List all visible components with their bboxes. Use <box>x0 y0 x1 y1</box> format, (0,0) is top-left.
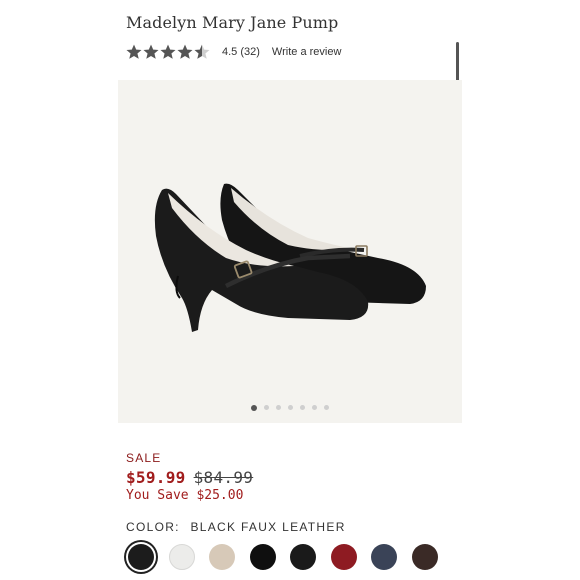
color-swatch-brown[interactable] <box>411 544 438 570</box>
star-rating[interactable] <box>126 44 210 60</box>
selected-color-name: BLACK FAUX LEATHER <box>190 520 346 534</box>
sale-label: SALE <box>126 451 162 465</box>
star-full-icon <box>160 44 176 59</box>
gallery-dot[interactable] <box>264 405 269 410</box>
color-swatch-navy[interactable] <box>371 544 397 570</box>
color-selection-label: COLOR: BLACK FAUX LEATHER <box>126 520 346 534</box>
gallery-dot[interactable] <box>324 405 329 410</box>
color-swatch-black-faux-leather[interactable] <box>128 544 154 570</box>
color-swatch-white[interactable] <box>168 544 195 570</box>
product-image <box>154 183 426 332</box>
write-review-link[interactable]: Write a review <box>272 46 341 58</box>
star-half-icon <box>194 44 210 59</box>
star-full-icon <box>177 44 193 59</box>
color-swatches <box>0 542 580 572</box>
gallery-dot[interactable] <box>312 405 317 410</box>
color-swatch-black-2[interactable] <box>249 544 276 570</box>
gallery-dot[interactable] <box>276 405 281 410</box>
review-count[interactable]: (32) <box>240 46 260 58</box>
star-full-icon <box>143 44 159 59</box>
gallery-dot[interactable] <box>251 404 257 411</box>
product-image-gallery[interactable] <box>118 80 462 423</box>
gallery-pagination[interactable] <box>118 404 462 411</box>
price-row: $59.99 $84.99 <box>126 468 253 487</box>
sale-price: $59.99 <box>126 468 186 487</box>
rating-value: 4.5 <box>222 46 238 58</box>
original-price: $84.99 <box>193 468 254 487</box>
color-swatch-red[interactable] <box>330 544 357 570</box>
star-full-icon <box>126 44 142 59</box>
gallery-dot[interactable] <box>288 405 293 410</box>
color-swatch-nude[interactable] <box>209 544 235 570</box>
color-label: COLOR: <box>126 520 180 534</box>
you-save-text: You Save $25.00 <box>126 488 244 503</box>
gallery-dot[interactable] <box>300 405 305 410</box>
product-title: Madelyn Mary Jane Pump <box>126 13 339 32</box>
color-swatch-black-3[interactable] <box>290 544 316 570</box>
rating-row: 4.5 (32) Write a review <box>126 42 341 62</box>
